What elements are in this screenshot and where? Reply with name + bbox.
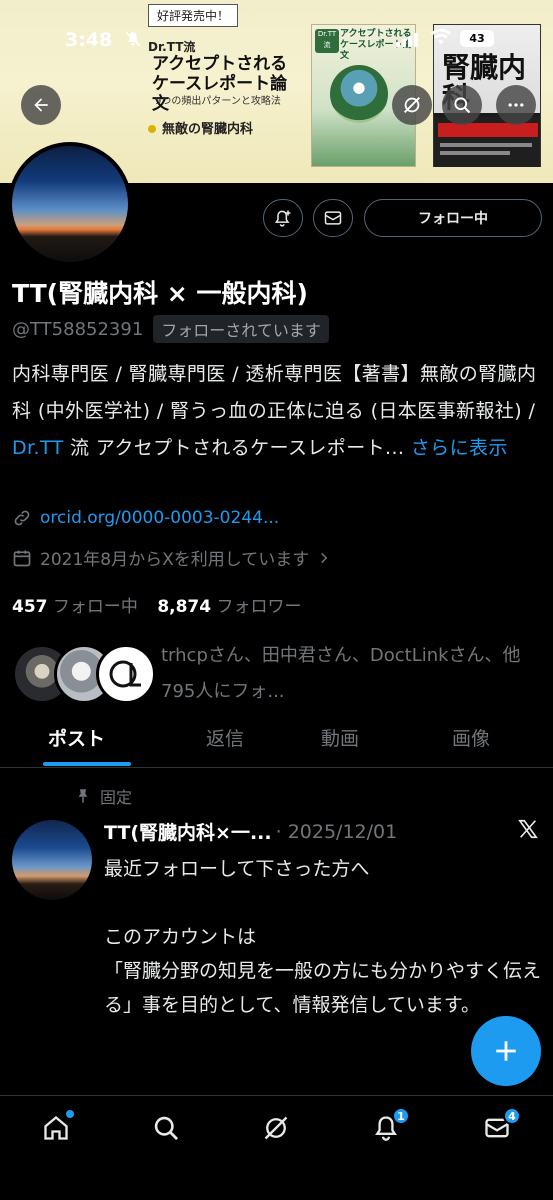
profile-avatar[interactable] <box>8 142 132 266</box>
book2-line <box>440 151 510 155</box>
wifi-icon <box>430 28 452 50</box>
following-button[interactable]: フォロー中 <box>364 199 542 237</box>
x-logo-icon <box>517 818 539 846</box>
bio-text: 内科専門医 / 腎臓専門医 / 透析専門医【著書】無敵の腎臓内科 (中外医学社)… <box>12 363 537 422</box>
back-button[interactable] <box>21 85 61 125</box>
grok-button[interactable] <box>392 85 432 125</box>
bottom-navigation: 1 4 <box>0 1095 553 1200</box>
profile-handle: @TT58852391 <box>12 318 144 340</box>
post-avatar[interactable] <box>12 820 92 900</box>
followers-count[interactable]: 8,874 <box>157 597 211 617</box>
following-label[interactable]: フォロー中 <box>53 597 138 617</box>
tab-videos[interactable]: 動画 <box>321 724 359 751</box>
pin-icon <box>78 789 88 803</box>
follow-stats: 457 フォロー中 8,874 フォロワー <box>12 592 316 617</box>
book2-bottom <box>434 117 540 167</box>
banner-subtitle: 9つの頻出パターンと攻略法 <box>155 96 281 107</box>
nav-notifications[interactable]: 1 <box>366 1107 410 1143</box>
battery-indicator: 43 <box>460 30 494 47</box>
active-tab-indicator <box>43 762 131 766</box>
more-horizontal-icon <box>508 103 524 107</box>
notify-subscribe-button[interactable] <box>263 199 303 237</box>
post-date[interactable]: · 2025/12/01 <box>276 821 398 843</box>
bio-link[interactable]: Dr.TT <box>12 437 64 459</box>
grok-icon <box>404 97 420 113</box>
website-row: orcid.org/0000-0003-0244... <box>12 508 279 528</box>
mascot-illustration <box>330 65 388 123</box>
banner-book2-label: 無敵の腎臓内科 <box>148 118 253 137</box>
post-header: TT(腎臓内科×一... · 2025/12/01 <box>104 818 397 845</box>
nav-messages[interactable]: 4 <box>477 1107 521 1143</box>
handle-row: @TT58852391 フォローされています <box>12 315 329 343</box>
tab-replies[interactable]: 返信 <box>206 724 244 751</box>
post-author[interactable]: TT(腎臓内科×一... <box>104 818 272 845</box>
banner-brand: Dr.TT流 <box>148 40 196 54</box>
home-unread-dot <box>66 1110 74 1118</box>
compose-post-button[interactable] <box>471 1016 541 1086</box>
status-time: 3:48 <box>65 29 113 51</box>
message-button[interactable] <box>313 199 353 237</box>
plus-icon <box>496 1041 516 1061</box>
search-button[interactable] <box>442 85 482 125</box>
nav-grok[interactable] <box>256 1113 296 1143</box>
book2-line <box>440 143 532 147</box>
tab-images[interactable]: 画像 <box>452 724 490 751</box>
book1-badge: Dr.TT流 <box>315 29 339 53</box>
search-icon <box>454 97 471 114</box>
cell-signal-icon <box>396 33 418 47</box>
pinned-label: 固定 <box>100 788 133 807</box>
more-options-button[interactable] <box>496 85 536 125</box>
envelope-icon <box>324 211 342 225</box>
home-icon <box>44 1115 68 1140</box>
link-icon <box>14 510 30 526</box>
bio-tail: 流 アクセプトされるケースレポート... <box>63 437 405 459</box>
silent-bell-icon <box>124 30 142 52</box>
profile-tabs: ポスト 返信 動画 画像 <box>0 712 553 768</box>
banner-book2-text: 無敵の腎臓内科 <box>162 122 254 137</box>
followers-label[interactable]: フォロワー <box>217 597 302 617</box>
mutual-followers-avatars[interactable] <box>12 644 156 704</box>
follows-you-badge: フォローされています <box>153 315 329 343</box>
arrow-left-icon <box>34 98 48 112</box>
bullet-icon <box>148 125 156 133</box>
nav-search[interactable] <box>146 1113 186 1143</box>
profile-name: TT(腎臓内科 × 一般内科) <box>12 279 308 308</box>
calendar-icon <box>13 550 31 566</box>
profile-bio: 内科専門医 / 腎臓専門医 / 透析専門医【著書】無敵の腎臓内科 (中外医学社)… <box>12 356 542 467</box>
search-icon <box>154 1116 179 1141</box>
book2-red-band <box>438 123 538 137</box>
show-more-link[interactable]: さらに表示 <box>411 437 508 459</box>
nav-home[interactable] <box>36 1110 76 1143</box>
joined-row[interactable]: 2021年8月からXを利用しています <box>12 545 331 570</box>
following-count[interactable]: 457 <box>12 597 48 617</box>
website-link[interactable]: orcid.org/0000-0003-0244... <box>40 508 279 528</box>
mutual-followers-text[interactable]: trhcpさん、田中君さん、DoctLinkさん、他795人にフォ... <box>161 638 541 710</box>
doctlink-logo-icon <box>109 660 141 688</box>
bell-plus-icon <box>274 210 291 227</box>
post-body[interactable]: 最近フォローして下さった方へ このアカウントは 「腎臓分野の知見を一般の方にも分… <box>104 852 544 1022</box>
pinned-indicator: 固定 <box>74 784 132 808</box>
avatar <box>96 644 156 704</box>
messages-badge: 4 <box>503 1107 521 1125</box>
joined-text: 2021年8月からXを利用しています <box>40 550 310 570</box>
notifications-badge: 1 <box>392 1107 410 1125</box>
chevron-right-icon <box>321 552 328 563</box>
tab-posts[interactable]: ポスト <box>48 724 105 751</box>
grok-icon <box>264 1116 288 1140</box>
banner-tag: 好評発売中！ <box>148 4 239 27</box>
